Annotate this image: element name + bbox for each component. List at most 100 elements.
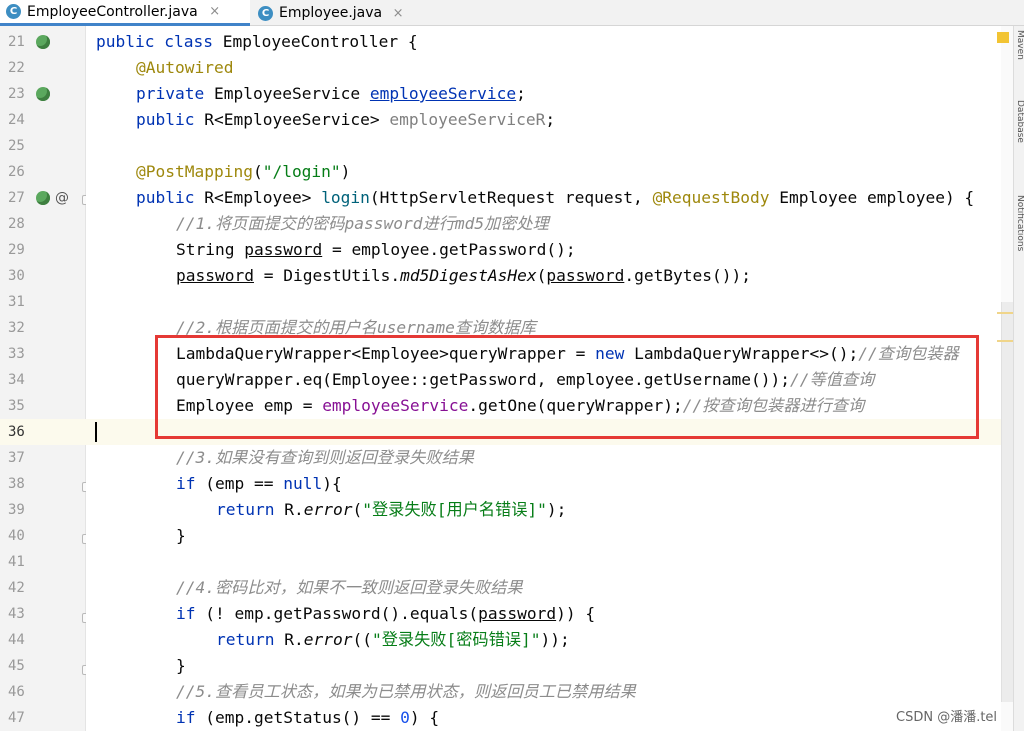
code-line-32[interactable]: //2.根据页面提交的用户名username查询数据库 (176, 315, 536, 341)
code-line-29[interactable]: String password = employee.getPassword()… (176, 237, 576, 263)
spring-endpoint-icon[interactable] (36, 191, 50, 205)
gutter-line-40: 40 (0, 523, 86, 549)
code-line-39[interactable]: return R.error("登录失败[用户名错误]"); (216, 497, 566, 523)
comment: //4.密码比对，如果不一致则返回登录失败结果 (176, 578, 523, 597)
vertical-scrollbar-thumb[interactable] (1001, 302, 1013, 702)
number-literal: 0 (400, 708, 410, 727)
code-text: EmployeeController { (212, 32, 418, 51)
gutter-line-39: 39 (0, 497, 86, 523)
stripe-marker[interactable] (997, 340, 1013, 342)
code-text: = employee.getPassword(); (322, 240, 576, 259)
code-line-21[interactable]: public class EmployeeController { (96, 29, 418, 55)
keyword: if (176, 604, 196, 623)
java-class-icon: C (258, 5, 273, 21)
line-number: 25 (8, 138, 25, 154)
code-text: EmployeeService (204, 84, 370, 103)
gutter-line-25: 25 (0, 133, 86, 159)
code-text: Employee emp = (176, 396, 323, 415)
gutter-line-34: 34 (0, 367, 86, 393)
gutter-line-45: 45 (0, 653, 86, 679)
code-line-27[interactable]: public R<Employee> login(HttpServletRequ… (136, 185, 974, 211)
code-line-24[interactable]: public R<EmployeeService> employeeServic… (136, 107, 555, 133)
code-line-47[interactable]: if (emp.getStatus() == 0) { (176, 705, 439, 731)
code-text: .getOne(queryWrapper); (468, 396, 683, 415)
gutter-line-21: 21 (0, 29, 86, 55)
code-line-40[interactable]: } (176, 523, 186, 549)
tab-employee[interactable]: C Employee.java × (252, 0, 412, 26)
code-line-22[interactable]: @Autowired (136, 55, 233, 81)
code-text: ) { (409, 708, 440, 727)
line-number: 43 (8, 606, 25, 622)
gutter-line-36: 36 (0, 419, 86, 445)
keyword: private (136, 84, 205, 103)
code-text: (emp.getStatus() == (195, 708, 401, 727)
code-text: R. (274, 500, 304, 519)
code-line-46[interactable]: //5.查看员工状态，如果为已禁用状态，则返回员工已禁用结果 (176, 679, 636, 705)
gutter-line-37: 37 (0, 445, 86, 471)
annotation: @Autowired (136, 58, 234, 77)
code-text: ; (516, 84, 526, 103)
keyword: return (216, 630, 275, 649)
code-line-38[interactable]: if (emp == null){ (176, 471, 342, 497)
gutter-line-33: 33 (0, 341, 86, 367)
comment: //按查询包装器进行查询 (682, 396, 865, 415)
code-line-42[interactable]: //4.密码比对，如果不一致则返回登录失败结果 (176, 575, 523, 601)
code-text: ( (352, 500, 363, 519)
close-icon[interactable]: × (208, 4, 222, 19)
line-number: 44 (8, 632, 25, 648)
line-number: 23 (8, 86, 25, 102)
field-reference[interactable]: employeeService (370, 84, 516, 103)
string-literal: "/login" (262, 162, 341, 181)
annotation-at-icon[interactable]: @ (55, 185, 69, 211)
code-text: (HttpServletRequest request, (369, 188, 653, 207)
tab-employeecontroller[interactable]: C EmployeeController.java × (0, 0, 250, 26)
line-number: 31 (8, 294, 25, 310)
comment: //5.查看员工状态，如果为已禁用状态，则返回员工已禁用结果 (176, 682, 636, 701)
code-line-35[interactable]: Employee emp = employeeService.getOne(qu… (176, 393, 864, 419)
line-number: 46 (8, 684, 25, 700)
code-line-34[interactable]: queryWrapper.eq(Employee::getPassword, e… (176, 367, 874, 393)
line-number: 36 (8, 424, 25, 440)
close-icon[interactable]: × (392, 6, 404, 21)
gutter-line-28: 28 (0, 211, 86, 237)
code-text: (emp == (195, 474, 284, 493)
code-editor[interactable]: public class EmployeeController { @Autow… (86, 26, 1001, 731)
line-number: 29 (8, 242, 25, 258)
line-number-gutter[interactable]: 21 22 23 24 25 26 27 @ 28 29 30 31 32 33 … (0, 26, 86, 731)
gutter-line-47: 47 (0, 705, 86, 731)
line-number: 28 (8, 216, 25, 232)
spring-bean-icon[interactable] (36, 87, 50, 101)
string-literal: "登录失败[用户名错误]" (362, 500, 547, 519)
gutter-line-35: 35 (0, 393, 86, 419)
annotation: @PostMapping (136, 162, 253, 181)
code-line-26[interactable]: @PostMapping("/login") (136, 159, 350, 185)
code-line-37[interactable]: //3.如果没有查询到则返回登录失败结果 (176, 445, 474, 471)
notifications-tool-tab[interactable]: Notifications (1015, 195, 1024, 251)
gutter-line-46: 46 (0, 679, 86, 705)
code-line-30[interactable]: password = DigestUtils.md5DigestAsHex(pa… (176, 263, 751, 289)
code-line-33[interactable]: LambdaQueryWrapper<Employee>queryWrapper… (176, 341, 959, 367)
maven-tool-tab[interactable]: Maven (1015, 30, 1024, 60)
line-number: 42 (8, 580, 25, 596)
editor-tab-bar: C EmployeeController.java × C Employee.j… (0, 0, 1024, 26)
code-text: Employee employee) { (769, 188, 975, 207)
spring-bean-icon[interactable] (36, 35, 50, 49)
stripe-marker[interactable] (997, 312, 1013, 314)
line-number: 35 (8, 398, 25, 414)
code-line-44[interactable]: return R.error(("登录失败[密码错误]")); (216, 627, 570, 653)
code-line-23[interactable]: private EmployeeService employeeService; (136, 81, 526, 107)
code-text: (( (352, 630, 372, 649)
line-number: 34 (8, 372, 25, 388)
line-number: 38 (8, 476, 25, 492)
database-tool-tab[interactable]: Database (1015, 100, 1024, 143)
annotation: @RequestBody (652, 188, 770, 207)
gutter-line-41: 41 (0, 549, 86, 575)
code-line-45[interactable]: } (176, 653, 186, 679)
code-line-28[interactable]: //1.将页面提交的密码password进行md5加密处理 (176, 211, 549, 237)
gutter-line-43: 43 (0, 601, 86, 627)
keyword: return (216, 500, 275, 519)
line-number: 33 (8, 346, 25, 362)
code-line-43[interactable]: if (! emp.getPassword().equals(password)… (176, 601, 595, 627)
warning-marker-icon[interactable] (997, 32, 1009, 43)
line-number: 45 (8, 658, 25, 674)
